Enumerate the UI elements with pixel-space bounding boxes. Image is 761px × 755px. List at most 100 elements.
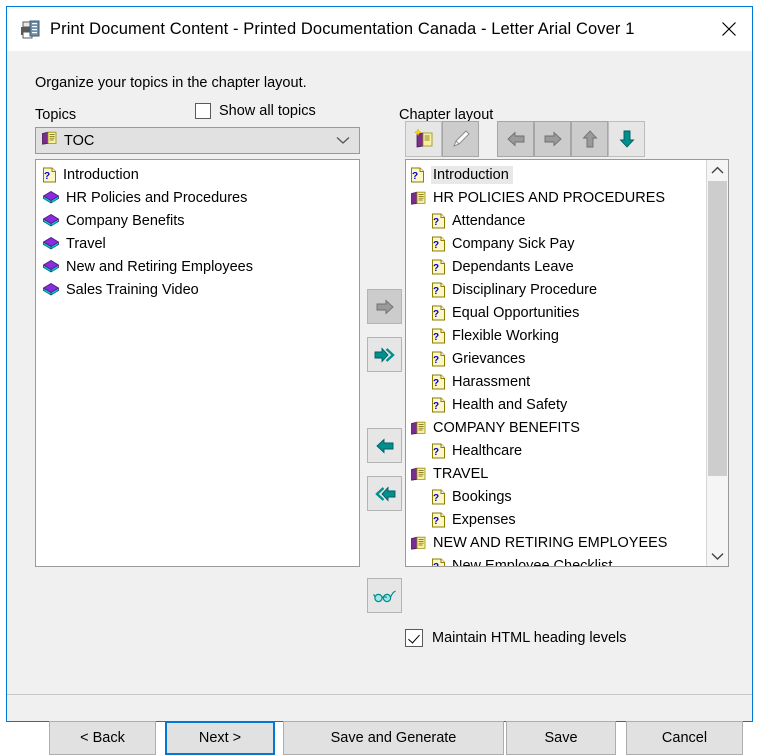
outdent-button[interactable] bbox=[497, 121, 534, 157]
scrollbar-thumb[interactable] bbox=[708, 181, 727, 476]
svg-text:?: ? bbox=[433, 562, 439, 567]
list-item[interactable]: Travel bbox=[36, 232, 359, 255]
chapter-list-item-label: Disciplinary Procedure bbox=[452, 281, 598, 298]
svg-text:?: ? bbox=[433, 309, 439, 320]
chapter-list-item[interactable]: ? Health and Safety bbox=[406, 393, 706, 416]
save-and-generate-button[interactable]: Save and Generate bbox=[283, 721, 504, 755]
help-topic-icon: ? bbox=[432, 443, 445, 458]
chapter-list-item[interactable]: COMPANY BENEFITS bbox=[406, 416, 706, 439]
open-book-icon bbox=[411, 421, 426, 435]
book-icon bbox=[42, 214, 60, 227]
chapter-list-item-label: Harassment bbox=[452, 373, 531, 390]
chapter-toolbar bbox=[405, 121, 645, 157]
scroll-down-button[interactable] bbox=[707, 546, 728, 566]
dialog-window: Print Document Content - Printed Documen… bbox=[6, 6, 753, 755]
chapter-list-item[interactable]: ? Harassment bbox=[406, 370, 706, 393]
chapter-list-item[interactable]: ? Introduction bbox=[406, 163, 706, 186]
chapter-list-item[interactable]: ? Bookings bbox=[406, 485, 706, 508]
arrow-double-left-icon bbox=[374, 485, 395, 502]
toc-dropdown-value: TOC bbox=[64, 132, 95, 149]
chapter-list-item[interactable]: ? Healthcare bbox=[406, 439, 706, 462]
pencil-icon bbox=[452, 130, 470, 147]
back-button[interactable]: < Back bbox=[49, 721, 156, 755]
new-book-icon bbox=[413, 128, 432, 148]
svg-text:?: ? bbox=[433, 332, 439, 343]
topics-listbox[interactable]: ? Introduction HR Policies and Procedures C… bbox=[35, 159, 360, 567]
close-button[interactable] bbox=[706, 7, 752, 51]
help-topic-icon: ? bbox=[431, 558, 446, 567]
help-topic-icon: ? bbox=[43, 167, 56, 182]
cancel-button[interactable]: Cancel bbox=[626, 721, 743, 755]
open-book-icon bbox=[411, 536, 426, 550]
open-book-icon bbox=[411, 191, 426, 205]
book-icon bbox=[42, 213, 60, 228]
svg-text:?: ? bbox=[433, 355, 439, 366]
move-down-button[interactable] bbox=[608, 121, 645, 157]
chapter-list-item-label: Expenses bbox=[452, 511, 516, 528]
list-item[interactable]: ? Introduction bbox=[36, 163, 359, 186]
move-up-button[interactable] bbox=[571, 121, 608, 157]
chapter-list-item[interactable]: HR POLICIES AND PROCEDURES bbox=[406, 186, 706, 209]
arrow-left-icon bbox=[375, 437, 393, 454]
chapter-list-item[interactable]: ? Equal Opportunities bbox=[406, 301, 706, 324]
footer-bar: < Back Next > Save and Generate Save Can… bbox=[7, 695, 752, 755]
chapter-list-item[interactable]: ? Disciplinary Procedure bbox=[406, 278, 706, 301]
next-button[interactable]: Next > bbox=[165, 721, 275, 755]
chapter-list-item-label: NEW AND RETIRING EMPLOYEES bbox=[433, 534, 668, 551]
chapter-list-item[interactable]: ? New Employee Checklist bbox=[406, 554, 706, 566]
help-topic-icon: ? bbox=[432, 213, 445, 228]
chevron-down-icon[interactable] bbox=[336, 132, 350, 150]
list-item[interactable]: New and Retiring Employees bbox=[36, 255, 359, 278]
help-topic-icon: ? bbox=[431, 374, 446, 390]
maintain-heading-levels-checkbox[interactable]: Maintain HTML heading levels bbox=[405, 629, 627, 647]
topics-label: Topics bbox=[35, 107, 77, 123]
chapter-list-item-label: Dependants Leave bbox=[452, 258, 574, 275]
help-topic-icon: ? bbox=[432, 282, 445, 297]
rename-chapter-button[interactable] bbox=[442, 121, 479, 157]
svg-text:?: ? bbox=[433, 447, 439, 458]
chevron-down-icon bbox=[711, 552, 724, 560]
list-item[interactable]: Sales Training Video bbox=[36, 278, 359, 301]
chapter-list-item[interactable]: NEW AND RETIRING EMPLOYEES bbox=[406, 531, 706, 554]
show-all-topics-checkbox[interactable]: Show all topics bbox=[195, 103, 316, 119]
help-topic-icon: ? bbox=[411, 167, 424, 182]
help-topic-icon: ? bbox=[432, 374, 445, 389]
help-topic-icon: ? bbox=[432, 489, 445, 504]
save-button[interactable]: Save bbox=[506, 721, 616, 755]
move-right-single-button[interactable] bbox=[367, 289, 402, 324]
book-icon bbox=[42, 283, 60, 296]
toc-dropdown[interactable]: TOC bbox=[35, 127, 360, 154]
chapter-list-item[interactable]: ? Dependants Leave bbox=[406, 255, 706, 278]
checkbox-box[interactable] bbox=[195, 103, 211, 119]
chapter-list-item[interactable]: TRAVEL bbox=[406, 462, 706, 485]
chapter-list-item-label: New Employee Checklist bbox=[452, 557, 613, 567]
list-item[interactable]: Company Benefits bbox=[36, 209, 359, 232]
checkbox-box[interactable] bbox=[405, 629, 423, 647]
move-right-all-button[interactable] bbox=[367, 337, 402, 372]
move-left-single-button[interactable] bbox=[367, 428, 402, 463]
svg-text:?: ? bbox=[433, 493, 439, 504]
new-chapter-button[interactable] bbox=[405, 121, 442, 157]
chapter-list-item-label: Introduction bbox=[431, 165, 513, 184]
chapter-list-item[interactable]: ? Grievances bbox=[406, 347, 706, 370]
title-bar: Print Document Content - Printed Documen… bbox=[7, 7, 752, 51]
list-item[interactable]: HR Policies and Procedures bbox=[36, 186, 359, 209]
chapter-list-item[interactable]: ? Flexible Working bbox=[406, 324, 706, 347]
preview-button[interactable] bbox=[367, 578, 402, 613]
chapter-scrollbar[interactable] bbox=[706, 160, 728, 566]
chapter-list-item-label: Attendance bbox=[452, 212, 526, 229]
chapter-list-item[interactable]: ? Company Sick Pay bbox=[406, 232, 706, 255]
chapter-list-item[interactable]: ? Attendance bbox=[406, 209, 706, 232]
move-left-all-button[interactable] bbox=[367, 476, 402, 511]
chapter-layout-listbox[interactable]: ? Introduction HR POLICIES AND PROCEDURES?… bbox=[405, 159, 729, 567]
svg-text:?: ? bbox=[412, 171, 418, 182]
close-icon bbox=[722, 22, 736, 36]
book-icon bbox=[42, 282, 60, 297]
help-topic-icon: ? bbox=[42, 167, 57, 183]
chapter-list-item[interactable]: ? Expenses bbox=[406, 508, 706, 531]
scroll-up-button[interactable] bbox=[707, 160, 728, 180]
help-topic-icon: ? bbox=[431, 213, 446, 229]
open-book-icon bbox=[41, 130, 58, 151]
indent-button[interactable] bbox=[534, 121, 571, 157]
open-book-icon bbox=[410, 190, 427, 206]
